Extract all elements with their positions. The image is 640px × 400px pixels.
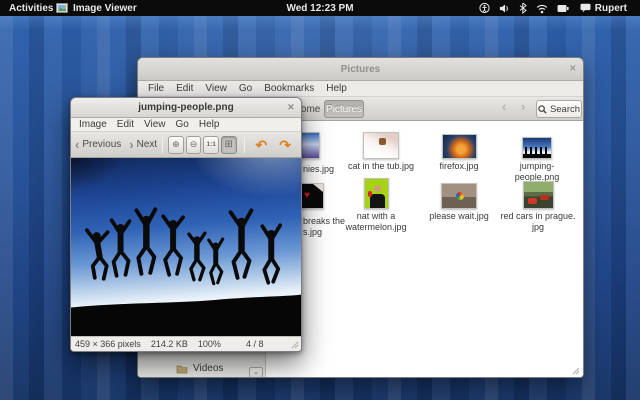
file-label: cat in the tub.jpg bbox=[343, 161, 419, 172]
back-icon[interactable]: ‹ bbox=[502, 99, 506, 114]
file-label: red cars in prague. bbox=[500, 211, 576, 222]
chevron-down-icon: ⌄ bbox=[253, 369, 259, 376]
network-wifi-icon[interactable] bbox=[536, 3, 548, 14]
photo-jumping-people bbox=[71, 158, 301, 338]
app-menu-label: Image Viewer bbox=[73, 3, 137, 14]
file-tile[interactable]: nat with a watermelon.jpg bbox=[338, 176, 414, 233]
file-thumbnail bbox=[441, 183, 477, 209]
previous-label: Previous bbox=[82, 139, 121, 150]
search-icon bbox=[538, 105, 547, 114]
resize-grip[interactable] bbox=[291, 341, 299, 349]
image-viewer-title: jumping-people.png bbox=[138, 102, 234, 113]
rotate-left-button[interactable]: ↶ bbox=[250, 138, 274, 152]
zoom-in-button[interactable]: ⊕ bbox=[168, 136, 184, 154]
top-bar: Activities Image Viewer Wed 12:23 PM bbox=[0, 0, 640, 16]
jumping-silhouettes bbox=[71, 158, 301, 338]
file-label: jpg bbox=[500, 222, 576, 233]
image-viewer-menubar: Image Edit View Go Help bbox=[71, 118, 301, 132]
file-manager-titlebar[interactable]: Pictures × bbox=[138, 58, 583, 81]
menu-go[interactable]: Go bbox=[171, 119, 194, 130]
next-label: Next bbox=[137, 139, 158, 150]
file-manager-title: Pictures bbox=[341, 64, 380, 75]
menu-help[interactable]: Help bbox=[320, 83, 353, 94]
accessibility-icon[interactable] bbox=[479, 2, 490, 14]
normal-size-button[interactable]: 1:1 bbox=[203, 136, 219, 154]
best-fit-icon: ⊞ bbox=[225, 139, 233, 150]
breadcrumb-pictures-button[interactable]: Pictures bbox=[324, 100, 364, 118]
zoom-in-icon: ⊕ bbox=[172, 139, 180, 150]
toolbar-separator bbox=[162, 137, 163, 153]
menu-view[interactable]: View bbox=[199, 83, 233, 94]
toolbar-separator bbox=[244, 137, 245, 153]
next-button[interactable]: › Next bbox=[129, 139, 157, 150]
battery-icon[interactable] bbox=[557, 4, 569, 13]
image-viewer-toolbar: ‹ Previous › Next ⊕ ⊖ 1:1 ⊞ ↶ ↷ bbox=[71, 132, 301, 158]
zoom-level: 100% bbox=[198, 339, 221, 349]
file-manager-menubar: File Edit View Go Bookmarks Help bbox=[138, 81, 583, 97]
menu-view[interactable]: View bbox=[139, 119, 171, 130]
file-label: nies.jpg bbox=[303, 164, 334, 175]
normal-size-icon: 1:1 bbox=[206, 141, 215, 148]
file-thumbnail bbox=[363, 132, 399, 159]
image-viewer-statusbar: 459 × 366 pixels 214.2 KB 100% 4 / 8 bbox=[71, 336, 301, 351]
previous-icon: ‹ bbox=[75, 140, 79, 150]
resize-grip[interactable] bbox=[572, 367, 580, 375]
volume-icon[interactable] bbox=[499, 3, 510, 14]
clock[interactable]: Wed 12:23 PM bbox=[286, 3, 353, 14]
rotate-right-icon: ↷ bbox=[279, 137, 291, 153]
image-viewer-app-icon bbox=[56, 2, 68, 14]
menu-go[interactable]: Go bbox=[233, 83, 258, 94]
chat-status-icon bbox=[580, 3, 591, 13]
rotate-right-button[interactable]: ↷ bbox=[273, 138, 297, 152]
rotate-left-icon: ↶ bbox=[256, 137, 268, 153]
file-tile[interactable]: red cars in prague. jpg bbox=[500, 176, 576, 233]
heart-icon: ♥ bbox=[304, 190, 310, 201]
sidebar-item-label: Videos bbox=[193, 363, 223, 374]
file-label: firefox.jpg bbox=[421, 161, 497, 172]
activities-label: Activities bbox=[9, 3, 53, 14]
sidebar-dropdown-button[interactable]: ⌄ bbox=[249, 367, 263, 378]
app-menu-button[interactable]: Image Viewer bbox=[56, 0, 137, 16]
username-label: Rupert bbox=[595, 3, 627, 14]
file-tile[interactable]: please wait.jpg bbox=[421, 176, 497, 222]
menu-bookmarks[interactable]: Bookmarks bbox=[258, 83, 320, 94]
file-thumbnail bbox=[523, 181, 554, 209]
menu-file[interactable]: File bbox=[142, 83, 170, 94]
file-label: watermelon.jpg bbox=[338, 222, 414, 233]
search-button[interactable]: Search bbox=[536, 100, 582, 118]
system-tray: Rupert bbox=[479, 0, 627, 16]
zoom-out-icon: ⊖ bbox=[190, 139, 198, 150]
activities-button[interactable]: Activities bbox=[0, 0, 62, 16]
file-thumbnail bbox=[522, 137, 552, 159]
menu-edit[interactable]: Edit bbox=[170, 83, 199, 94]
forward-icon[interactable]: › bbox=[521, 99, 525, 114]
folder-icon bbox=[176, 364, 188, 374]
file-tile[interactable]: firefox.jpg bbox=[421, 129, 497, 172]
close-icon[interactable]: × bbox=[570, 64, 576, 75]
bluetooth-icon[interactable] bbox=[519, 2, 527, 14]
menu-image[interactable]: Image bbox=[74, 119, 112, 130]
sidebar-item-videos[interactable]: Videos bbox=[176, 363, 223, 374]
search-label: Search bbox=[550, 104, 580, 115]
file-thumbnail bbox=[442, 134, 477, 159]
menu-edit[interactable]: Edit bbox=[112, 119, 139, 130]
file-label: nat with a bbox=[338, 211, 414, 222]
best-fit-button[interactable]: ⊞ bbox=[221, 136, 237, 154]
close-icon[interactable]: × bbox=[288, 102, 294, 113]
image-dimensions: 459 × 366 pixels bbox=[75, 339, 141, 349]
image-viewer-window: jumping-people.png × Image Edit View Go … bbox=[70, 97, 302, 352]
file-tile[interactable]: jumping-people.png bbox=[499, 129, 575, 183]
image-file-size: 214.2 KB bbox=[151, 339, 188, 349]
file-thumbnail bbox=[364, 178, 389, 209]
image-index: 4 / 8 bbox=[246, 339, 264, 349]
zoom-out-button[interactable]: ⊖ bbox=[186, 136, 202, 154]
next-icon: › bbox=[129, 140, 133, 150]
file-label: please wait.jpg bbox=[421, 211, 497, 222]
file-label: s.jpg bbox=[303, 227, 322, 238]
image-viewer-titlebar[interactable]: jumping-people.png × bbox=[71, 98, 301, 118]
user-menu-button[interactable]: Rupert bbox=[578, 0, 627, 16]
previous-button[interactable]: ‹ Previous bbox=[75, 139, 121, 150]
file-tile[interactable]: cat in the tub.jpg bbox=[343, 129, 419, 172]
menu-help[interactable]: Help bbox=[194, 119, 225, 130]
